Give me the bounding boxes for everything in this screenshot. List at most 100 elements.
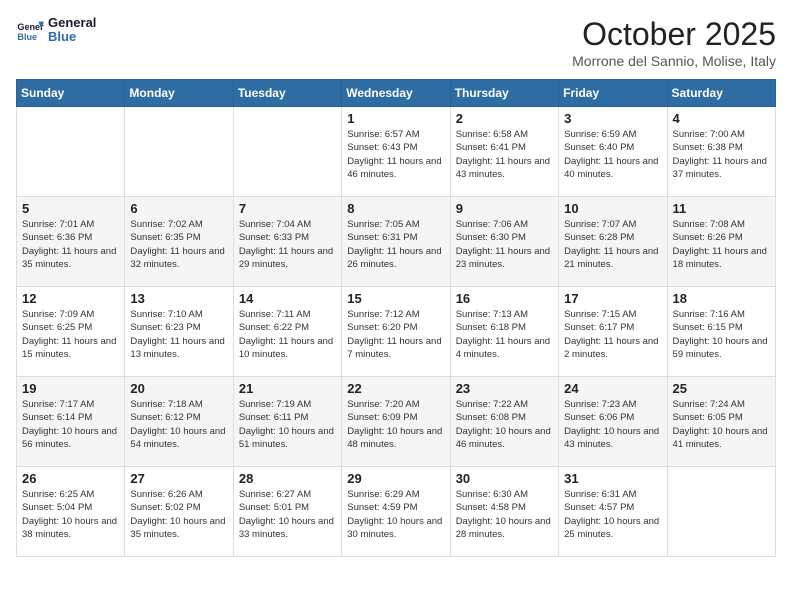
day-info: Sunrise: 7:15 AMSunset: 6:17 PMDaylight:…: [564, 308, 661, 361]
calendar-cell: 4Sunrise: 7:00 AMSunset: 6:38 PMDaylight…: [667, 107, 775, 197]
day-number: 13: [130, 291, 227, 306]
day-info: Sunrise: 6:25 AMSunset: 5:04 PMDaylight:…: [22, 488, 119, 541]
page-header: General Blue General Blue October 2025 M…: [16, 16, 776, 69]
day-number: 24: [564, 381, 661, 396]
weekday-header-row: SundayMondayTuesdayWednesdayThursdayFrid…: [17, 80, 776, 107]
day-info: Sunrise: 7:17 AMSunset: 6:14 PMDaylight:…: [22, 398, 119, 451]
calendar-cell: 9 Sunrise: 7:06 AMSunset: 6:30 PMDaylight…: [450, 197, 558, 287]
logo: General Blue General Blue: [16, 16, 96, 45]
day-number: 26: [22, 471, 119, 486]
calendar-week-row: 26 Sunrise: 6:25 AMSunset: 5:04 PMDayligh…: [17, 467, 776, 557]
calendar-cell: 24 Sunrise: 7:23 AMSunset: 6:06 PMDayligh…: [559, 377, 667, 467]
calendar-cell: 26 Sunrise: 6:25 AMSunset: 5:04 PMDayligh…: [17, 467, 125, 557]
calendar-week-row: 1Sunrise: 6:57 AMSunset: 6:43 PMDaylight…: [17, 107, 776, 197]
calendar-cell: 22 Sunrise: 7:20 AMSunset: 6:09 PMDayligh…: [342, 377, 450, 467]
logo-text-blue: Blue: [48, 30, 96, 44]
calendar-cell: 20 Sunrise: 7:18 AMSunset: 6:12 PMDayligh…: [125, 377, 233, 467]
day-info: Sunrise: 7:08 AMSunset: 6:26 PMDaylight:…: [673, 218, 770, 271]
day-number: 9: [456, 201, 553, 216]
calendar-cell: 31 Sunrise: 6:31 AMSunset: 4:57 PMDayligh…: [559, 467, 667, 557]
day-number: 31: [564, 471, 661, 486]
day-number: 10: [564, 201, 661, 216]
title-block: October 2025 Morrone del Sannio, Molise,…: [572, 16, 776, 69]
day-number: 23: [456, 381, 553, 396]
day-number: 22: [347, 381, 444, 396]
day-info: Sunrise: 7:16 AMSunset: 6:15 PMDaylight:…: [673, 308, 770, 361]
calendar-cell: 18 Sunrise: 7:16 AMSunset: 6:15 PMDayligh…: [667, 287, 775, 377]
calendar-cell: 10 Sunrise: 7:07 AMSunset: 6:28 PMDayligh…: [559, 197, 667, 287]
day-info: Sunrise: 6:58 AMSunset: 6:41 PMDaylight:…: [456, 128, 553, 181]
day-number: 8: [347, 201, 444, 216]
weekday-header: Saturday: [667, 80, 775, 107]
calendar-cell: [17, 107, 125, 197]
calendar-cell: 14Sunrise: 7:11 AMSunset: 6:22 PMDayligh…: [233, 287, 341, 377]
day-info: Sunrise: 7:19 AMSunset: 6:11 PMDaylight:…: [239, 398, 336, 451]
day-number: 18: [673, 291, 770, 306]
day-info: Sunrise: 6:26 AMSunset: 5:02 PMDaylight:…: [130, 488, 227, 541]
day-info: Sunrise: 7:12 AMSunset: 6:20 PMDaylight:…: [347, 308, 444, 361]
calendar-week-row: 5 Sunrise: 7:01 AMSunset: 6:36 PMDaylight…: [17, 197, 776, 287]
day-number: 11: [673, 201, 770, 216]
day-info: Sunrise: 6:31 AMSunset: 4:57 PMDaylight:…: [564, 488, 661, 541]
day-number: 29: [347, 471, 444, 486]
calendar-cell: 11 Sunrise: 7:08 AMSunset: 6:26 PMDayligh…: [667, 197, 775, 287]
calendar-cell: 27 Sunrise: 6:26 AMSunset: 5:02 PMDayligh…: [125, 467, 233, 557]
day-number: 12: [22, 291, 119, 306]
calendar-cell: 16Sunrise: 7:13 AMSunset: 6:18 PMDayligh…: [450, 287, 558, 377]
calendar-cell: 8 Sunrise: 7:05 AMSunset: 6:31 PMDaylight…: [342, 197, 450, 287]
day-info: Sunrise: 7:20 AMSunset: 6:09 PMDaylight:…: [347, 398, 444, 451]
calendar-cell: 23 Sunrise: 7:22 AMSunset: 6:08 PMDayligh…: [450, 377, 558, 467]
calendar-cell: [667, 467, 775, 557]
day-number: 6: [130, 201, 227, 216]
logo-text-general: General: [48, 16, 96, 30]
day-info: Sunrise: 6:29 AMSunset: 4:59 PMDaylight:…: [347, 488, 444, 541]
logo-icon: General Blue: [16, 16, 44, 44]
calendar-cell: [125, 107, 233, 197]
calendar-cell: 3 Sunrise: 6:59 AMSunset: 6:40 PMDaylight…: [559, 107, 667, 197]
calendar-cell: 7 Sunrise: 7:04 AMSunset: 6:33 PMDaylight…: [233, 197, 341, 287]
calendar-cell: 5 Sunrise: 7:01 AMSunset: 6:36 PMDaylight…: [17, 197, 125, 287]
svg-text:Blue: Blue: [17, 32, 37, 42]
day-info: Sunrise: 7:04 AMSunset: 6:33 PMDaylight:…: [239, 218, 336, 271]
day-info: Sunrise: 6:59 AMSunset: 6:40 PMDaylight:…: [564, 128, 661, 181]
weekday-header: Monday: [125, 80, 233, 107]
day-info: Sunrise: 7:07 AMSunset: 6:28 PMDaylight:…: [564, 218, 661, 271]
day-number: 25: [673, 381, 770, 396]
day-info: Sunrise: 7:18 AMSunset: 6:12 PMDaylight:…: [130, 398, 227, 451]
calendar-cell: 1Sunrise: 6:57 AMSunset: 6:43 PMDaylight…: [342, 107, 450, 197]
day-info: Sunrise: 7:01 AMSunset: 6:36 PMDaylight:…: [22, 218, 119, 271]
month-title: October 2025: [572, 16, 776, 53]
weekday-header: Sunday: [17, 80, 125, 107]
location: Morrone del Sannio, Molise, Italy: [572, 53, 776, 69]
day-info: Sunrise: 7:13 AMSunset: 6:18 PMDaylight:…: [456, 308, 553, 361]
calendar-table: SundayMondayTuesdayWednesdayThursdayFrid…: [16, 79, 776, 557]
day-number: 15: [347, 291, 444, 306]
day-info: Sunrise: 7:02 AMSunset: 6:35 PMDaylight:…: [130, 218, 227, 271]
day-info: Sunrise: 7:05 AMSunset: 6:31 PMDaylight:…: [347, 218, 444, 271]
calendar-cell: 19Sunrise: 7:17 AMSunset: 6:14 PMDayligh…: [17, 377, 125, 467]
day-info: Sunrise: 6:30 AMSunset: 4:58 PMDaylight:…: [456, 488, 553, 541]
day-info: Sunrise: 7:11 AMSunset: 6:22 PMDaylight:…: [239, 308, 336, 361]
calendar-cell: 28Sunrise: 6:27 AMSunset: 5:01 PMDayligh…: [233, 467, 341, 557]
day-number: 5: [22, 201, 119, 216]
day-info: Sunrise: 7:22 AMSunset: 6:08 PMDaylight:…: [456, 398, 553, 451]
day-number: 20: [130, 381, 227, 396]
day-number: 3: [564, 111, 661, 126]
weekday-header: Wednesday: [342, 80, 450, 107]
calendar-cell: 12 Sunrise: 7:09 AMSunset: 6:25 PMDayligh…: [17, 287, 125, 377]
calendar-cell: 30Sunrise: 6:30 AMSunset: 4:58 PMDayligh…: [450, 467, 558, 557]
day-number: 28: [239, 471, 336, 486]
day-number: 17: [564, 291, 661, 306]
day-info: Sunrise: 7:24 AMSunset: 6:05 PMDaylight:…: [673, 398, 770, 451]
calendar-cell: [233, 107, 341, 197]
calendar-cell: 29 Sunrise: 6:29 AMSunset: 4:59 PMDayligh…: [342, 467, 450, 557]
calendar-cell: 15 Sunrise: 7:12 AMSunset: 6:20 PMDayligh…: [342, 287, 450, 377]
day-number: 7: [239, 201, 336, 216]
weekday-header: Tuesday: [233, 80, 341, 107]
day-number: 27: [130, 471, 227, 486]
day-number: 2: [456, 111, 553, 126]
day-info: Sunrise: 7:09 AMSunset: 6:25 PMDaylight:…: [22, 308, 119, 361]
day-info: Sunrise: 7:06 AMSunset: 6:30 PMDaylight:…: [456, 218, 553, 271]
day-info: Sunrise: 7:10 AMSunset: 6:23 PMDaylight:…: [130, 308, 227, 361]
day-info: Sunrise: 7:23 AMSunset: 6:06 PMDaylight:…: [564, 398, 661, 451]
